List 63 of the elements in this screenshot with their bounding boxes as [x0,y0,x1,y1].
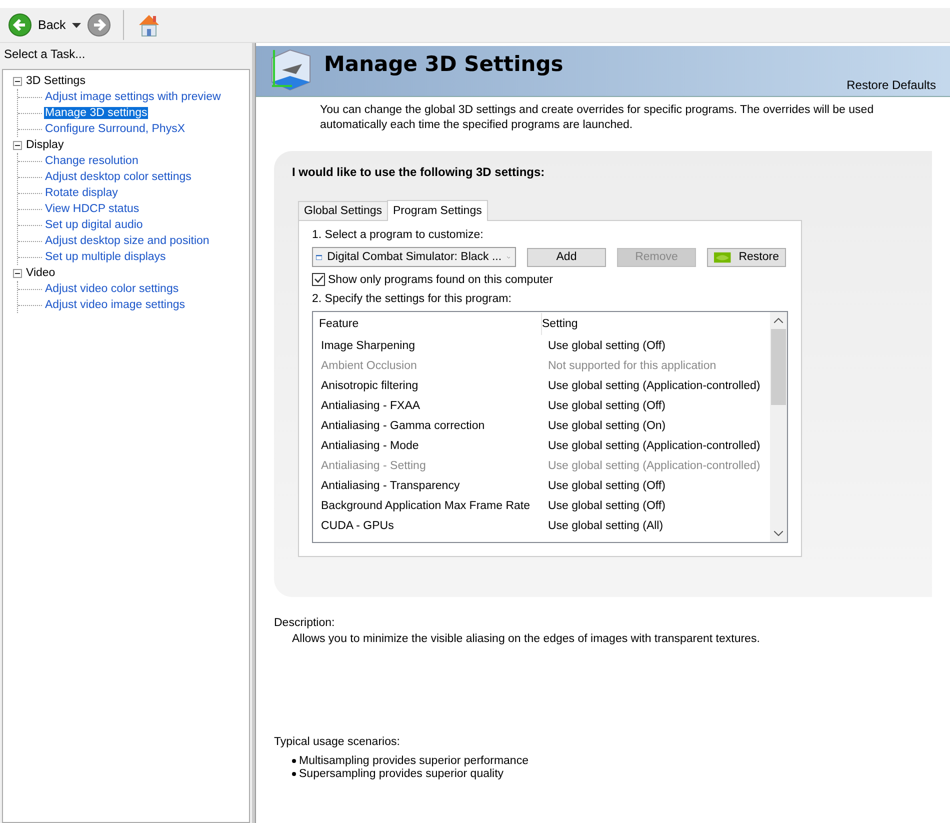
action-button[interactable]: Add [527,248,606,266]
feature-cell[interactable]: Background Application Max Frame Rate [319,500,541,512]
step-label: 1. Select a program to customize: [312,229,484,241]
task-link[interactable]: View HDCP status [44,203,140,215]
feature-cell[interactable]: CUDA - GPUs [319,520,541,532]
feature-cell[interactable]: Anisotropic filtering [319,380,541,392]
task-link[interactable]: Adjust desktop size and position [44,235,210,247]
column-header[interactable]: Setting [542,318,578,330]
task-link[interactable]: Change resolution [44,155,140,167]
description-label: Description: [274,617,336,629]
bullet-icon [292,772,296,776]
setting-cell[interactable]: Use global setting (Application-controlled) [541,380,760,392]
back-button[interactable]: Back [8,13,66,37]
restore-button[interactable]: Restore [707,248,786,266]
step-label: 2. Specify the settings for this program: [312,293,512,305]
feature-cell[interactable]: Antialiasing - FXAA [319,400,541,412]
settings-tab[interactable]: Global Settings [298,201,388,220]
intro-text: You can change the global 3D settings and create overrides for specific programs. The overrides will be used automatically each time the specified programs are launched. [320,103,875,133]
usage-label: Typical usage scenarios: [274,736,401,748]
bullet-icon [292,758,296,762]
collapse-toggle-icon[interactable] [13,140,22,150]
scroll-down-icon[interactable] [774,531,783,536]
task-link[interactable]: Configure Surround, PhysX [44,123,186,135]
task-link[interactable]: Rotate display [44,187,119,199]
settings-heading: I would like to use the following 3D settings: [292,165,546,179]
setting-cell[interactable]: Use global setting (Off) [541,400,666,412]
setting-cell[interactable]: Use global setting (Off) [541,480,666,492]
feature-cell[interactable]: Antialiasing - Mode [319,440,541,452]
collapse-toggle-icon[interactable] [13,268,22,278]
task-link[interactable]: Set up digital audio [44,219,144,231]
feature-cell[interactable]: Image Sharpening [319,340,541,352]
restore-defaults-link[interactable]: Restore Defaults [846,78,936,92]
task-link[interactable]: Adjust video image settings [44,299,186,311]
usage-item: Multisampling provides superior performance [299,754,528,766]
setting-cell[interactable]: Use global setting (Off) [541,340,666,352]
task-link[interactable]: Adjust video color settings [44,283,180,295]
task-link[interactable]: Set up multiple displays [44,251,167,263]
settings-tab[interactable]: Program Settings [387,200,488,221]
sidebar-title: Select a Task... [3,46,86,63]
task-link[interactable]: Adjust desktop color settings [44,171,192,183]
checkbox-label[interactable]: Show only programs found on this computer [328,274,554,286]
task-link[interactable]: Manage 3D settings [44,107,148,119]
program-dropdown[interactable]: Digital Combat Simulator: Black ... [312,247,516,267]
tree-group[interactable]: 3D Settings [26,75,86,87]
dropdown-caret-icon[interactable] [72,22,81,28]
setting-cell[interactable]: Use global setting (Off) [541,500,666,512]
checkbox[interactable] [312,273,325,286]
task-link[interactable]: Adjust image settings with preview [44,91,222,103]
tree-group[interactable]: Display [26,139,64,151]
feature-cell[interactable]: Antialiasing - Transparency [319,480,541,492]
setting-cell[interactable]: Use global setting (On) [541,420,666,432]
scroll-up-icon[interactable] [774,318,783,323]
feature-cell[interactable]: Antialiasing - Gamma correction [319,420,541,432]
setting-cell[interactable]: Use global setting (Application-controlled) [541,440,760,452]
eye-logo-icon [714,252,731,262]
column-header[interactable]: Feature [319,318,541,330]
description-text: Allows you to minimize the visible aliasing on the edges of images with transparent textures. [292,633,761,645]
page-title: Manage 3D Settings [324,52,564,76]
setting-cell[interactable]: Use global setting (All) [541,520,664,532]
collapse-toggle-icon[interactable] [13,76,22,86]
scrollbar[interactable] [770,312,787,542]
usage-item: Supersampling provides superior quality [299,768,504,780]
tree-group[interactable]: Video [26,267,56,279]
